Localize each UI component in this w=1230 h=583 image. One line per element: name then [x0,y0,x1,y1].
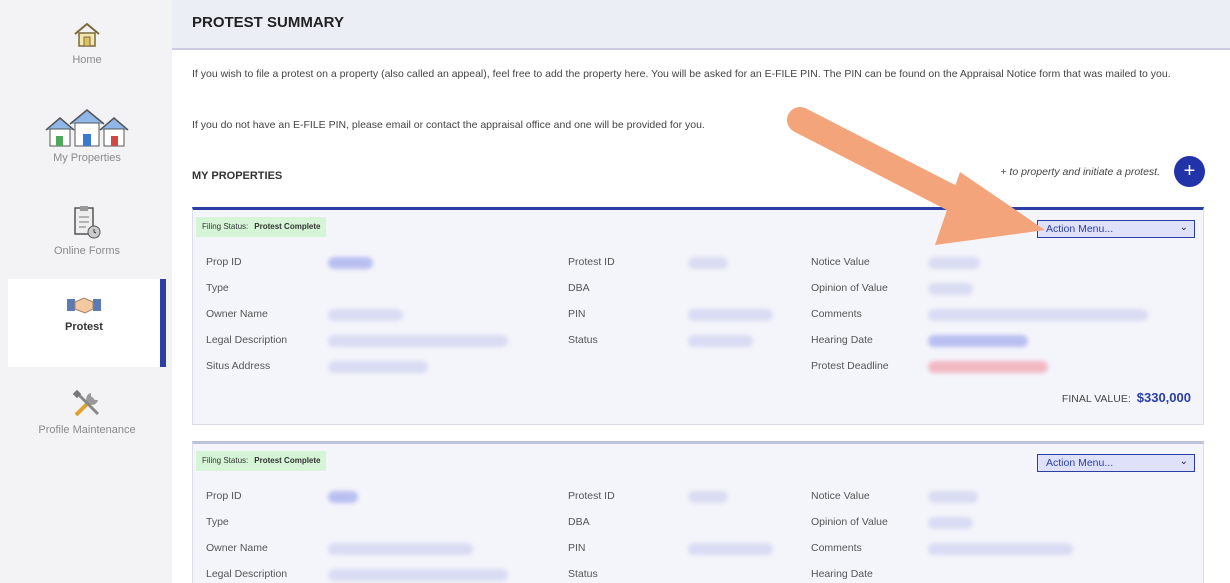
forms-icon [74,206,101,239]
action-menu-label: Action Menu... [1046,457,1114,469]
type-label: Type [206,516,229,528]
protest-id-label: Protest ID [568,490,615,502]
filing-status-badge: Filing Status: Protest Complete [196,451,327,471]
houses-icon [45,109,129,147]
redacted-value [928,517,973,529]
add-property-button[interactable]: + [1174,156,1205,187]
final-value-amount: $330,000 [1136,390,1191,405]
home-icon [74,22,100,47]
comments-label: Comments [811,542,862,554]
status-label: Status [568,334,598,346]
sidebar-item-my-properties[interactable]: My Properties [8,108,166,198]
sidebar-item-label: Protest [65,321,103,333]
redacted-value [328,543,473,555]
main-panel: PROTEST SUMMARY If you wish to file a pr… [172,0,1230,583]
sidebar-item-label: Home [72,54,102,66]
filing-status-badge: Filing Status: Protest Complete [196,217,327,237]
redacted-value [928,257,980,269]
tools-icon [72,389,100,417]
redacted-value [328,569,508,581]
redacted-value [328,361,428,373]
sidebar-item-label: Online Forms [53,245,121,257]
protest-deadline-label: Protest Deadline [811,360,889,372]
redacted-value [928,543,1073,555]
filing-status-label: Filing Status: [202,222,249,231]
notice-value-label: Notice Value [811,490,870,502]
dba-label: DBA [568,516,590,528]
type-label: Type [206,282,229,294]
status-label: Status [568,568,598,580]
owner-name-label: Owner Name [206,542,268,554]
hearing-date-label: Hearing Date [811,334,873,346]
redacted-value [328,257,373,269]
sidebar-item-home[interactable]: Home [8,20,166,110]
final-value: FINAL VALUE: $330,000 [1062,390,1191,405]
sidebar-item-label: My Properties [53,152,121,164]
redacted-value [928,335,1028,347]
property-card: Filing Status: Protest Complete Action Me… [192,441,1204,583]
opinion-of-value-label: Opinion of Value [811,516,888,528]
redacted-value [928,283,973,295]
situs-address-label: Situs Address [206,360,271,372]
chevron-down-icon: ⌄ [1179,222,1188,233]
redacted-value [928,361,1048,373]
page-title-bar: PROTEST SUMMARY [172,0,1230,50]
action-menu-select[interactable]: Action Menu... ⌄ [1037,220,1195,238]
pin-label: PIN [568,308,586,320]
redacted-value [688,257,728,269]
app: Home My Properties Online Forms Protest … [0,0,1230,583]
redacted-value [688,543,773,555]
redacted-value [328,309,403,321]
redacted-value [688,491,728,503]
intro-text-pin: If you do not have an E-FILE PIN, please… [192,119,705,131]
prop-id-label: Prop ID [206,490,242,502]
action-menu-select[interactable]: Action Menu... ⌄ [1037,454,1195,472]
redacted-value [688,335,753,347]
owner-name-label: Owner Name [206,308,268,320]
redacted-value [928,309,1148,321]
redacted-value [328,491,358,503]
sidebar-item-profile-maintenance[interactable]: Profile Maintenance [8,388,166,478]
filing-status-value: Protest Complete [254,222,321,231]
redacted-value [328,335,508,347]
intro-text: If you wish to file a protest on a prope… [192,68,1171,80]
sidebar: Home My Properties Online Forms Protest … [0,0,170,583]
page-title: PROTEST SUMMARY [192,14,344,31]
prop-id-label: Prop ID [206,256,242,268]
notice-value-label: Notice Value [811,256,870,268]
opinion-of-value-label: Opinion of Value [811,282,888,294]
chevron-down-icon: ⌄ [1179,456,1188,467]
protest-id-label: Protest ID [568,256,615,268]
action-menu-label: Action Menu... [1046,223,1114,235]
sidebar-item-label: Profile Maintenance [38,424,136,436]
sidebar-item-protest[interactable]: Protest [8,279,166,367]
section-title: MY PROPERTIES [192,170,283,182]
filing-status-value: Protest Complete [254,456,321,465]
hearing-date-label: Hearing Date [811,568,873,580]
legal-description-label: Legal Description [206,568,288,580]
add-property-hint: + to property and initiate a protest. [1000,166,1160,178]
redacted-value [688,309,773,321]
pin-label: PIN [568,542,586,554]
legal-description-label: Legal Description [206,334,288,346]
handshake-icon [67,297,101,314]
property-card: Filing Status: Protest Complete Action Me… [192,207,1204,425]
redacted-value [928,491,978,503]
final-value-label: FINAL VALUE: [1061,393,1131,405]
dba-label: DBA [568,282,590,294]
comments-label: Comments [811,308,862,320]
filing-status-label: Filing Status: [202,456,249,465]
